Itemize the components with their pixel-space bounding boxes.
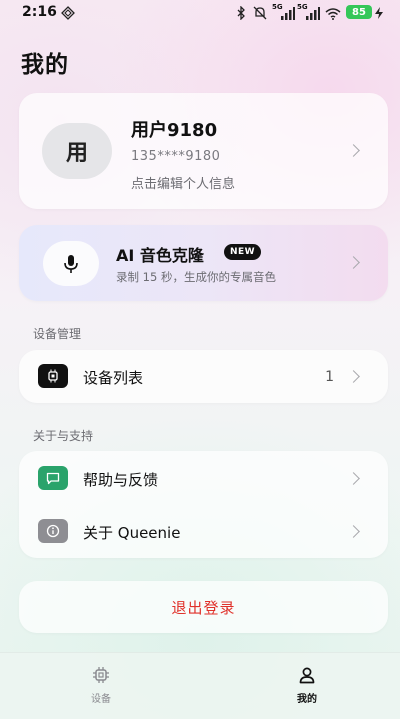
nfc-icon	[59, 5, 77, 21]
section-label-about: 关于与支持	[33, 429, 94, 443]
logout-label: 退出登录	[171, 599, 236, 617]
profile-edit-hint: 点击编辑个人信息	[131, 177, 236, 192]
wifi-icon	[324, 5, 342, 21]
page-title: 我的	[21, 52, 69, 78]
chevron-right-icon	[347, 525, 360, 538]
device-count: 1	[325, 369, 334, 385]
chat-bubble-icon	[38, 466, 68, 490]
chevron-right-icon	[347, 144, 360, 157]
ai-clone-subtitle: 录制 15 秒，生成你的专属音色	[116, 270, 276, 284]
chevron-right-icon	[347, 256, 360, 269]
profile-phone: 135****9180	[131, 149, 221, 164]
mute-bell-icon	[252, 5, 268, 21]
person-icon	[297, 665, 317, 685]
help-feedback-label: 帮助与反馈	[83, 471, 159, 489]
device-list-label: 设备列表	[83, 369, 144, 387]
network-type-label: 5G	[272, 3, 283, 11]
chevron-right-icon	[347, 370, 360, 383]
about-support-card: 帮助与反馈 关于 Queenie	[19, 451, 388, 558]
avatar: 用	[42, 123, 112, 179]
tab-devices-label: 设备	[91, 694, 111, 705]
device-list-row[interactable]: 设备列表 1	[19, 350, 388, 403]
tab-mine-label: 我的	[297, 694, 317, 705]
info-icon	[38, 519, 68, 543]
tab-devices[interactable]: 设备	[61, 665, 141, 705]
bluetooth-icon	[234, 5, 248, 21]
chevron-right-icon	[347, 472, 360, 485]
microphone-icon	[43, 241, 99, 286]
status-time: 2:16	[22, 4, 57, 20]
profile-card[interactable]: 用 用户9180 135****9180 点击编辑个人信息	[19, 93, 388, 209]
section-label-device: 设备管理	[33, 327, 82, 341]
chip-icon	[38, 364, 68, 388]
tab-mine[interactable]: 我的	[267, 665, 347, 705]
network-type-label: 5G	[297, 3, 308, 11]
about-queenie-row[interactable]: 关于 Queenie	[19, 505, 388, 558]
ai-voice-clone-card[interactable]: AI 音色克隆 NEW 录制 15 秒，生成你的专属音色	[19, 225, 388, 301]
new-badge: NEW	[224, 244, 262, 260]
charging-icon	[374, 5, 384, 21]
status-bar: 2:16 5G 5G 85	[0, 0, 400, 26]
profile-name: 用户9180	[131, 120, 218, 141]
logout-button[interactable]: 退出登录	[19, 581, 388, 633]
about-queenie-label: 关于 Queenie	[83, 524, 181, 542]
ai-clone-title: AI 音色克隆	[116, 246, 204, 265]
battery-indicator: 85	[346, 5, 372, 19]
bottom-nav: 设备 我的	[0, 652, 400, 719]
chip-icon	[91, 665, 111, 685]
help-feedback-row[interactable]: 帮助与反馈	[19, 451, 388, 504]
